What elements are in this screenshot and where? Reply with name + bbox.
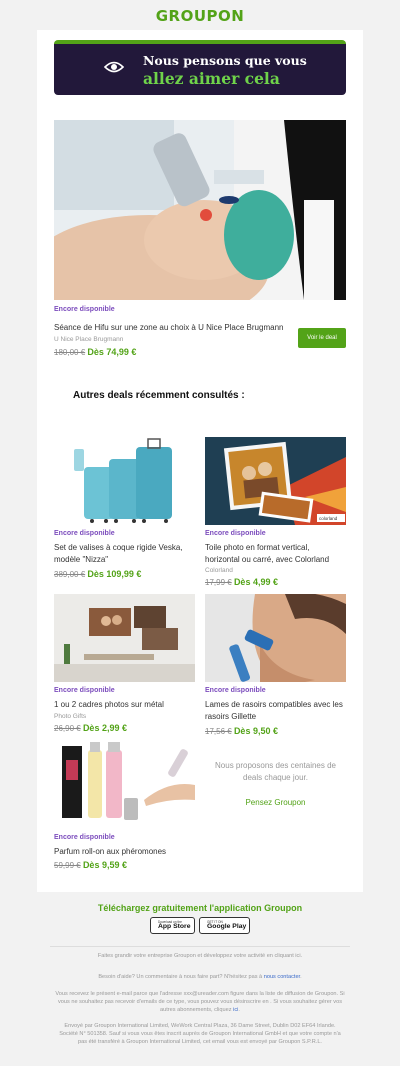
- groupon-logo[interactable]: GROUPON: [0, 7, 400, 25]
- hero-deal-title[interactable]: Séance de Hifu sur une zone au choix à U…: [54, 322, 294, 334]
- banner-line-1: Nous pensons que vous: [143, 53, 307, 68]
- deal-old-price: 26,90 €: [54, 724, 81, 733]
- banner-line-2: allez aimer cela: [143, 69, 280, 88]
- hero-new-price: Dès 74,99 €: [87, 347, 137, 357]
- deal-title[interactable]: Toile photo en format vertical, horizont…: [205, 542, 346, 565]
- deal-new-price: Dès 109,99 €: [87, 569, 142, 579]
- promo-text: Nous proposons des centaines de deals ch…: [215, 761, 336, 782]
- deal-tag: Encore disponible: [205, 530, 266, 537]
- deal-price: 59,99 € Dès 9,59 €: [54, 860, 127, 870]
- deal-title[interactable]: Lames de rasoirs compatibles avec les ra…: [205, 699, 346, 722]
- sender-info: Envoyé par Groupon International Limited…: [59, 1023, 341, 1046]
- pensez-groupon-link[interactable]: Pensez Groupon: [205, 798, 346, 807]
- hero-price: 180,00 € Dès 74,99 €: [54, 347, 136, 357]
- recently-viewed-heading: Autres deals récemment consultés :: [73, 390, 245, 401]
- contact-link[interactable]: nous contacter: [264, 974, 300, 980]
- appstore-large-text: App Store: [158, 922, 191, 930]
- deal-title[interactable]: 1 ou 2 cadres photos sur métal: [54, 699, 195, 711]
- deal-image-razor-blades[interactable]: [205, 594, 346, 682]
- deal-title[interactable]: Parfum roll-on aux phéromones: [54, 846, 195, 858]
- deal-new-price: Dès 9,50 €: [233, 726, 278, 736]
- deal-price: 17,99 € Dès 4,99 €: [205, 577, 278, 587]
- deal-price: 389,00 € Dès 109,99 €: [54, 569, 141, 579]
- deal-title[interactable]: Set de valises à coque rigide Veska, mod…: [54, 542, 195, 565]
- deal-image-perfume[interactable]: [54, 740, 195, 828]
- deal-tag: Encore disponible: [54, 530, 115, 537]
- eye-icon: [104, 61, 124, 73]
- view-deal-button[interactable]: Voir le deal: [298, 328, 346, 348]
- hero-deal-image[interactable]: [54, 120, 346, 300]
- recommendation-banner: Nous pensons que vous allez aimer cela: [54, 40, 346, 95]
- deal-old-price: 17,56 €: [205, 727, 232, 736]
- deal-price: 26,90 € Dès 2,99 €: [54, 723, 127, 733]
- hero-availability-tag: Encore disponible: [54, 306, 115, 313]
- deal-tag: Encore disponible: [54, 687, 115, 694]
- deal-new-price: Dès 4,99 €: [233, 577, 278, 587]
- help-line: Besoin d'aide? Un commentaire à nous fai…: [55, 973, 345, 981]
- hero-merchant: U Nice Place Brugmann: [54, 336, 124, 343]
- legal-text: Vous recevez le présent e-mail parce que…: [55, 991, 345, 1014]
- colorland-watermark: colorland: [319, 516, 338, 521]
- deal-old-price: 59,99 €: [54, 861, 81, 870]
- business-line[interactable]: Faites grandir votre entreprise Groupon …: [55, 952, 345, 960]
- download-app-heading: Téléchargez gratuitement l'application G…: [97, 903, 303, 913]
- deal-image-canvas[interactable]: colorland: [205, 437, 346, 525]
- deal-tag: Encore disponible: [205, 687, 266, 694]
- email-card: Nous pensons que vous allez aimer cela E…: [37, 30, 363, 892]
- deal-merchant: Colorland: [205, 567, 233, 574]
- googleplay-large-text: Google Play: [207, 922, 247, 930]
- deal-image-photo-frames[interactable]: [54, 594, 195, 682]
- help-suffix: .: [300, 974, 302, 980]
- help-text: Besoin d'aide? Un commentaire à nous fai…: [98, 974, 263, 980]
- deal-old-price: 17,99 €: [205, 578, 232, 587]
- app-store-badge[interactable]: Download on the App Store: [150, 917, 195, 934]
- legal-notice: Vous recevez le présent e-mail parce que…: [55, 990, 345, 1015]
- google-play-badge[interactable]: GET IT ON Google Play: [199, 917, 250, 934]
- deal-new-price: Dès 9,59 €: [82, 860, 127, 870]
- deal-merchant: Photo Gifts: [54, 713, 87, 720]
- legal-suffix: .: [238, 1007, 240, 1014]
- deal-old-price: 389,00 €: [54, 570, 86, 579]
- deal-image-luggage[interactable]: [54, 437, 195, 525]
- deal-tag: Encore disponible: [54, 834, 115, 841]
- hero-old-price: 180,00 €: [54, 348, 86, 357]
- footer-divider: [50, 946, 350, 947]
- deal-price: 17,56 € Dès 9,50 €: [205, 726, 278, 736]
- deal-new-price: Dès 2,99 €: [82, 723, 127, 733]
